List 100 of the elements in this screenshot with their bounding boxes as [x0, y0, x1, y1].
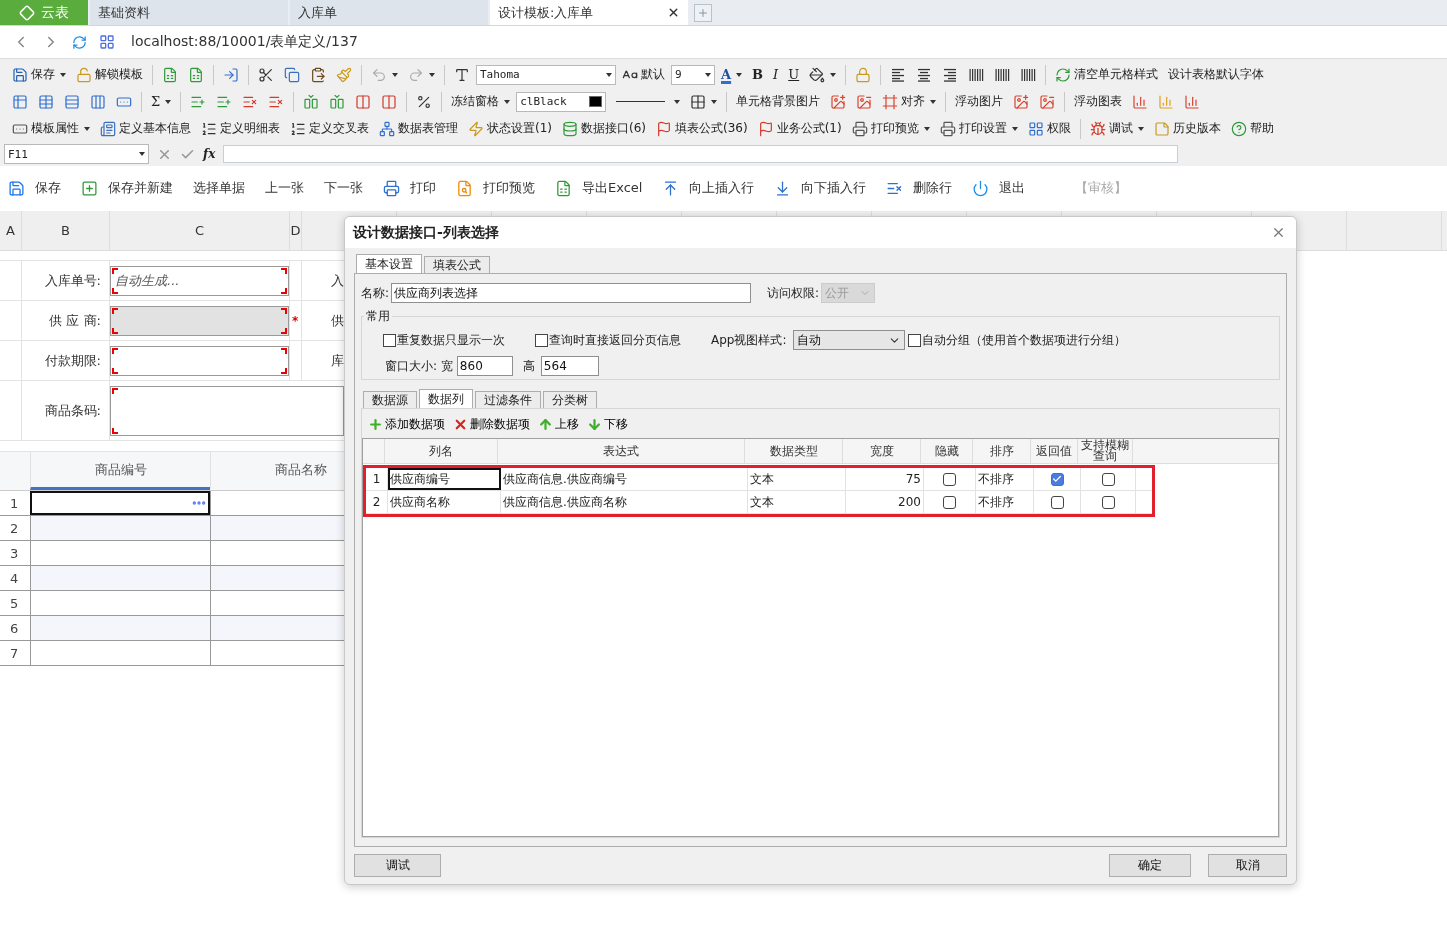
checkbox[interactable] [907, 333, 921, 347]
grid-column-header[interactable]: 商品编号 [30, 452, 210, 490]
column-header: 数据类型 [745, 439, 843, 463]
toolbar-button[interactable]: 浮动图片 [951, 90, 1008, 113]
action-button[interactable]: 保存 [8, 179, 61, 197]
field-label: 供 [331, 311, 344, 330]
action-button[interactable]: 上一张 [265, 179, 304, 197]
toolbar-button[interactable]: 历史版本 [1149, 117, 1225, 140]
cell-name-select[interactable]: F11 [4, 144, 149, 164]
toolbar-button[interactable]: 上移 [538, 415, 579, 433]
toolbar-button[interactable]: 状态设置(1) [464, 117, 556, 140]
table-cell[interactable]: 供应商名称 [388, 491, 501, 513]
browser-tab[interactable]: 基础资料 [90, 0, 288, 25]
tab[interactable]: 过滤条件 [475, 391, 541, 408]
width-field[interactable]: 860 [456, 356, 513, 376]
italic-button[interactable]: I [769, 63, 783, 86]
column-header: 排序 [973, 439, 1031, 463]
column-header: B [22, 211, 110, 250]
toolbar-button[interactable]: 解锁模板 [72, 63, 147, 86]
font-color-button[interactable]: A [717, 63, 747, 86]
toolbar-button[interactable]: 业务公式(1) [753, 117, 846, 140]
action-button[interactable]: 删除行 [886, 179, 953, 197]
toolbar-button[interactable]: 清空单元格样式 [1051, 63, 1163, 86]
action-button[interactable]: 打印 [383, 179, 436, 197]
checkbox[interactable] [943, 495, 956, 509]
bold-button[interactable]: B [748, 63, 768, 86]
table-cell[interactable]: 供应商编号 [388, 468, 501, 490]
action-button[interactable]: 选择单据 [193, 179, 245, 197]
action-button[interactable]: 打印预览 [456, 179, 535, 197]
refresh-icon[interactable] [72, 34, 87, 50]
tab[interactable]: 分类树 [543, 391, 597, 408]
view-style-select[interactable]: 自动 [792, 330, 905, 350]
toolbar-button[interactable]: 下移 [587, 415, 628, 433]
toolbar-button[interactable]: 设计表格默认字体 [1164, 63, 1269, 86]
formula-field[interactable] [223, 145, 1179, 163]
browser-tab[interactable]: 设计模板:入库单 [490, 0, 688, 25]
tab[interactable]: 数据源 [363, 391, 417, 408]
save-icon [8, 179, 25, 197]
font-select[interactable]: Tahoma [476, 64, 616, 85]
toolbar-button[interactable]: 保存 [8, 63, 70, 86]
height-field[interactable]: 564 [540, 356, 599, 376]
toolbar-button[interactable]: 填表公式(36) [652, 117, 752, 140]
underline-button[interactable]: U [784, 63, 804, 86]
toolbar-button[interactable]: 定义交叉表 [286, 117, 373, 140]
toolbar-button[interactable]: 单元格背景图片 [732, 90, 825, 113]
action-button[interactable]: 保存并新建 [81, 179, 173, 197]
text-area[interactable] [110, 385, 344, 436]
name-field[interactable]: 供应商列表选择 [391, 283, 752, 303]
toolbar-button[interactable]: 数据表管理 [375, 117, 462, 140]
action-button[interactable]: 下一张 [324, 179, 363, 197]
image-add-icon [830, 93, 847, 110]
tab[interactable]: 基本设置 [356, 254, 422, 273]
tab[interactable]: 数据列 [419, 389, 473, 408]
checkbox[interactable] [383, 333, 396, 347]
toolbar-button[interactable]: 添加数据项 [368, 415, 445, 433]
field-label: 入库单号: [44, 271, 101, 290]
toolbar-button[interactable]: 权限 [1023, 117, 1075, 140]
font-size-select[interactable]: 9 [671, 64, 715, 85]
checkbox[interactable] [1050, 495, 1064, 509]
input-field[interactable]: 自动生成... [110, 265, 289, 296]
color-select[interactable]: clBlack [516, 91, 607, 112]
input-field[interactable] [110, 345, 289, 376]
toolbar-button[interactable]: 打印预览 [847, 117, 934, 140]
toolbar-button[interactable]: 冻结窗格 [447, 90, 515, 113]
checkbox[interactable] [535, 333, 548, 347]
active-cell[interactable] [30, 491, 210, 515]
action-button[interactable]: 退出 [972, 179, 1026, 197]
toolbar-button[interactable]: 定义基本信息 [96, 117, 195, 140]
input-field[interactable] [110, 305, 289, 336]
toolbar-button[interactable]: 对齐 [878, 90, 941, 113]
toolbar-button[interactable]: 默认 [618, 63, 669, 86]
sum-button[interactable]: Σ [147, 90, 176, 113]
row-number: 2 [366, 491, 388, 513]
toolbar-button[interactable]: 模板属性 [8, 117, 94, 140]
cancel-button[interactable]: 取消 [1208, 854, 1287, 877]
checkbox[interactable] [1101, 495, 1115, 509]
checkbox[interactable] [943, 472, 956, 486]
tab[interactable]: 填表公式 [424, 256, 490, 273]
function-label[interactable]: fx [203, 147, 216, 161]
toolbar-button[interactable]: 数据接口(6) [558, 117, 650, 140]
action-button[interactable]: 向上插入行 [662, 179, 755, 197]
action-button[interactable]: 导出Excel [555, 179, 643, 197]
toolbar-button[interactable]: 定义明细表 [197, 117, 284, 140]
toolbar-button[interactable]: 浮动图表 [1070, 90, 1127, 113]
apps-icon[interactable] [99, 34, 115, 50]
debug-button[interactable]: 调试 [354, 854, 441, 877]
power-icon [972, 179, 990, 197]
close-icon[interactable] [667, 6, 680, 19]
checkbox[interactable] [1050, 472, 1064, 486]
browser-tab[interactable]: 入库单 [290, 0, 488, 25]
toolbar-button[interactable]: 打印设置 [935, 117, 1022, 140]
note-icon [1153, 120, 1170, 137]
checkbox[interactable] [1101, 472, 1115, 486]
ok-button[interactable]: 确定 [1109, 854, 1191, 877]
action-button[interactable]: 向下插入行 [774, 179, 867, 197]
toolbar-button[interactable]: 删除数据项 [453, 415, 530, 433]
toolbar-button[interactable]: 调试 [1085, 117, 1148, 140]
logo-icon [19, 4, 35, 21]
toolbar-button[interactable]: 帮助 [1226, 117, 1278, 140]
field-label: 名称: [361, 284, 390, 302]
